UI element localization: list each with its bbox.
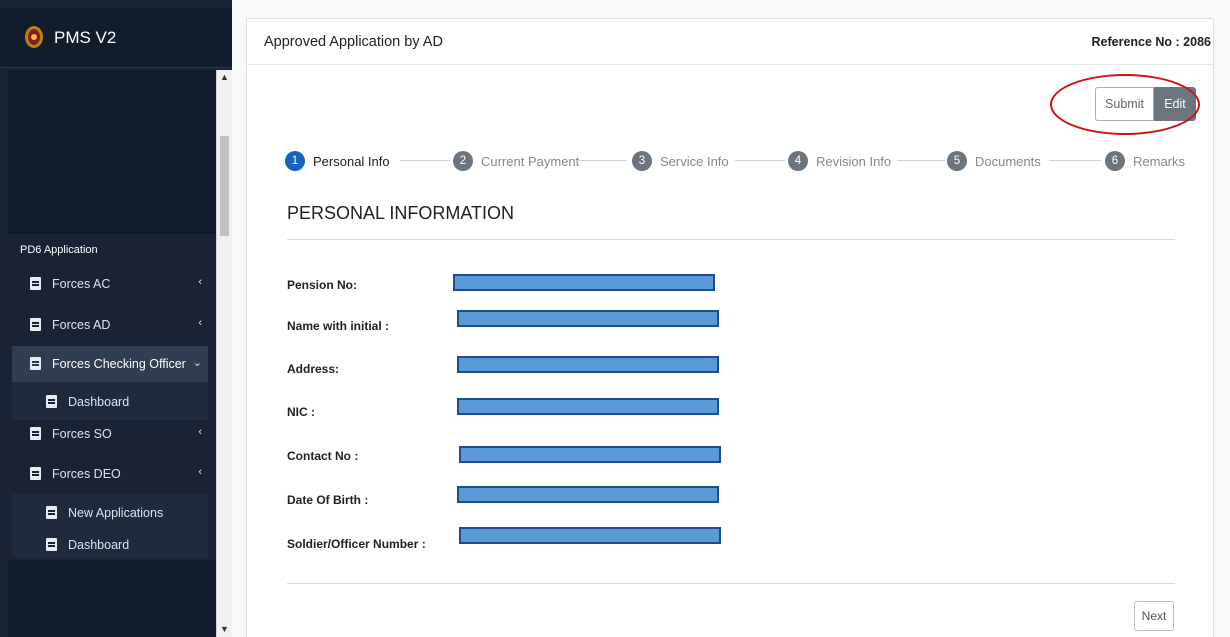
chevron-left-icon: ‹: [198, 276, 202, 288]
sidebar-scrollbar[interactable]: ▲ ▼: [216, 70, 232, 637]
step-number: 5: [947, 151, 967, 171]
field-label-soldier-officer-number: Soldier/Officer Number :: [287, 537, 426, 551]
document-icon: [30, 357, 41, 370]
step-personal-info[interactable]: 1 Personal Info: [285, 149, 390, 173]
sidebar: PMS V2 PD6 Application Forces AC ‹ Force…: [0, 0, 232, 637]
step-label: Personal Info: [313, 153, 390, 169]
document-icon: [46, 506, 57, 519]
chevron-left-icon: ‹: [198, 317, 202, 329]
redacted-value: [459, 446, 721, 463]
field-label-contact-no: Contact No :: [287, 449, 359, 463]
sidebar-item-forces-so[interactable]: Forces SO ‹: [12, 416, 208, 452]
field-label-nic: NIC :: [287, 405, 315, 419]
brand-bar: PMS V2: [0, 8, 232, 68]
step-connector: [400, 160, 450, 161]
annotation-highlight-ring: [1050, 74, 1200, 135]
app-title[interactable]: PMS V2: [54, 28, 116, 48]
field-label-date-of-birth: Date Of Birth :: [287, 493, 369, 507]
sidebar-item-forces-checking-officer[interactable]: Forces Checking Officer ⌄: [12, 346, 208, 382]
step-number: 1: [285, 151, 305, 171]
document-icon: [46, 538, 57, 551]
redacted-value: [457, 398, 719, 415]
document-icon: [30, 318, 41, 331]
sidebar-item-label: Forces DEO: [52, 467, 121, 481]
redacted-value: [459, 527, 721, 544]
scroll-thumb[interactable]: [220, 136, 229, 236]
sidebar-item-label: Forces Checking Officer: [52, 357, 186, 371]
step-label: Service Info: [660, 153, 729, 169]
document-icon: [46, 395, 57, 408]
step-number: 3: [632, 151, 652, 171]
wizard-stepper: 1 Personal Info 2 Current Payment 3 Serv…: [285, 149, 1185, 173]
profile-area: [8, 70, 216, 234]
redacted-value: [457, 486, 719, 503]
step-label: Documents: [975, 153, 1041, 169]
step-label: Current Payment: [481, 153, 580, 169]
sidebar-item-label: Forces AD: [52, 318, 111, 332]
divider: [287, 583, 1175, 584]
step-number: 2: [453, 151, 473, 171]
scroll-up-icon[interactable]: ▲: [220, 72, 229, 82]
step-connector: [735, 160, 785, 161]
step-label: Revision Info: [816, 153, 892, 169]
sidebar-item-label: New Applications: [68, 506, 164, 520]
page-title: Approved Application by AD: [264, 34, 443, 50]
sidebar-section-label: PD6 Application: [20, 244, 98, 256]
step-revision-info[interactable]: 4 Revision Info: [788, 149, 891, 173]
next-button[interactable]: Next: [1134, 601, 1174, 631]
step-number: 4: [788, 151, 808, 171]
field-label-address: Address:: [287, 362, 340, 376]
scroll-down-icon[interactable]: ▼: [220, 624, 229, 634]
document-icon: [30, 467, 41, 480]
application-card: Approved Application by AD Reference No …: [246, 18, 1214, 637]
step-connector: [577, 160, 627, 161]
step-remarks[interactable]: 6 Remarks: [1105, 149, 1185, 173]
sidebar-item-label: Forces AC: [52, 277, 111, 291]
card-header: Approved Application by AD Reference No …: [247, 19, 1213, 65]
step-service-info[interactable]: 3 Service Info: [632, 149, 729, 173]
sidebar-subitem-new-applications[interactable]: New Applications: [12, 498, 208, 528]
sidebar-item-label: Forces SO: [52, 427, 112, 441]
chevron-left-icon: ‹: [198, 426, 202, 438]
reference-number: Reference No : 2086: [1091, 35, 1211, 49]
sidebar-subitem-dashboard[interactable]: Dashboard: [12, 387, 208, 417]
sidebar-item-label: Dashboard: [68, 395, 130, 409]
chevron-left-icon: ‹: [198, 466, 202, 478]
sidebar-item-forces-ac[interactable]: Forces AC ‹: [12, 266, 208, 302]
document-icon: [30, 427, 41, 440]
section-title: PERSONAL INFORMATION: [287, 203, 515, 223]
document-icon: [30, 277, 41, 290]
sidebar-footer-area: [8, 560, 216, 637]
field-label-pension-no: Pension No:: [287, 278, 358, 292]
divider: [287, 239, 1175, 240]
redacted-value: [457, 310, 719, 327]
sidebar-item-label: Dashboard: [68, 538, 130, 552]
redacted-value: [457, 356, 719, 373]
step-connector: [897, 160, 945, 161]
emblem-logo-icon: [25, 26, 43, 48]
step-current-payment[interactable]: 2 Current Payment: [453, 149, 579, 173]
step-documents[interactable]: 5 Documents: [947, 149, 1041, 173]
step-label: Remarks: [1133, 153, 1186, 169]
redacted-value: [453, 274, 715, 291]
sidebar-item-forces-deo[interactable]: Forces DEO ‹: [12, 456, 208, 492]
step-number: 6: [1105, 151, 1125, 171]
step-connector: [1049, 160, 1101, 161]
field-label-name: Name with initial :: [287, 319, 390, 333]
chevron-down-icon: ⌄: [192, 357, 202, 369]
sidebar-subitem-dashboard[interactable]: Dashboard: [12, 530, 208, 560]
sidebar-item-forces-ad[interactable]: Forces AD ‹: [12, 307, 208, 343]
